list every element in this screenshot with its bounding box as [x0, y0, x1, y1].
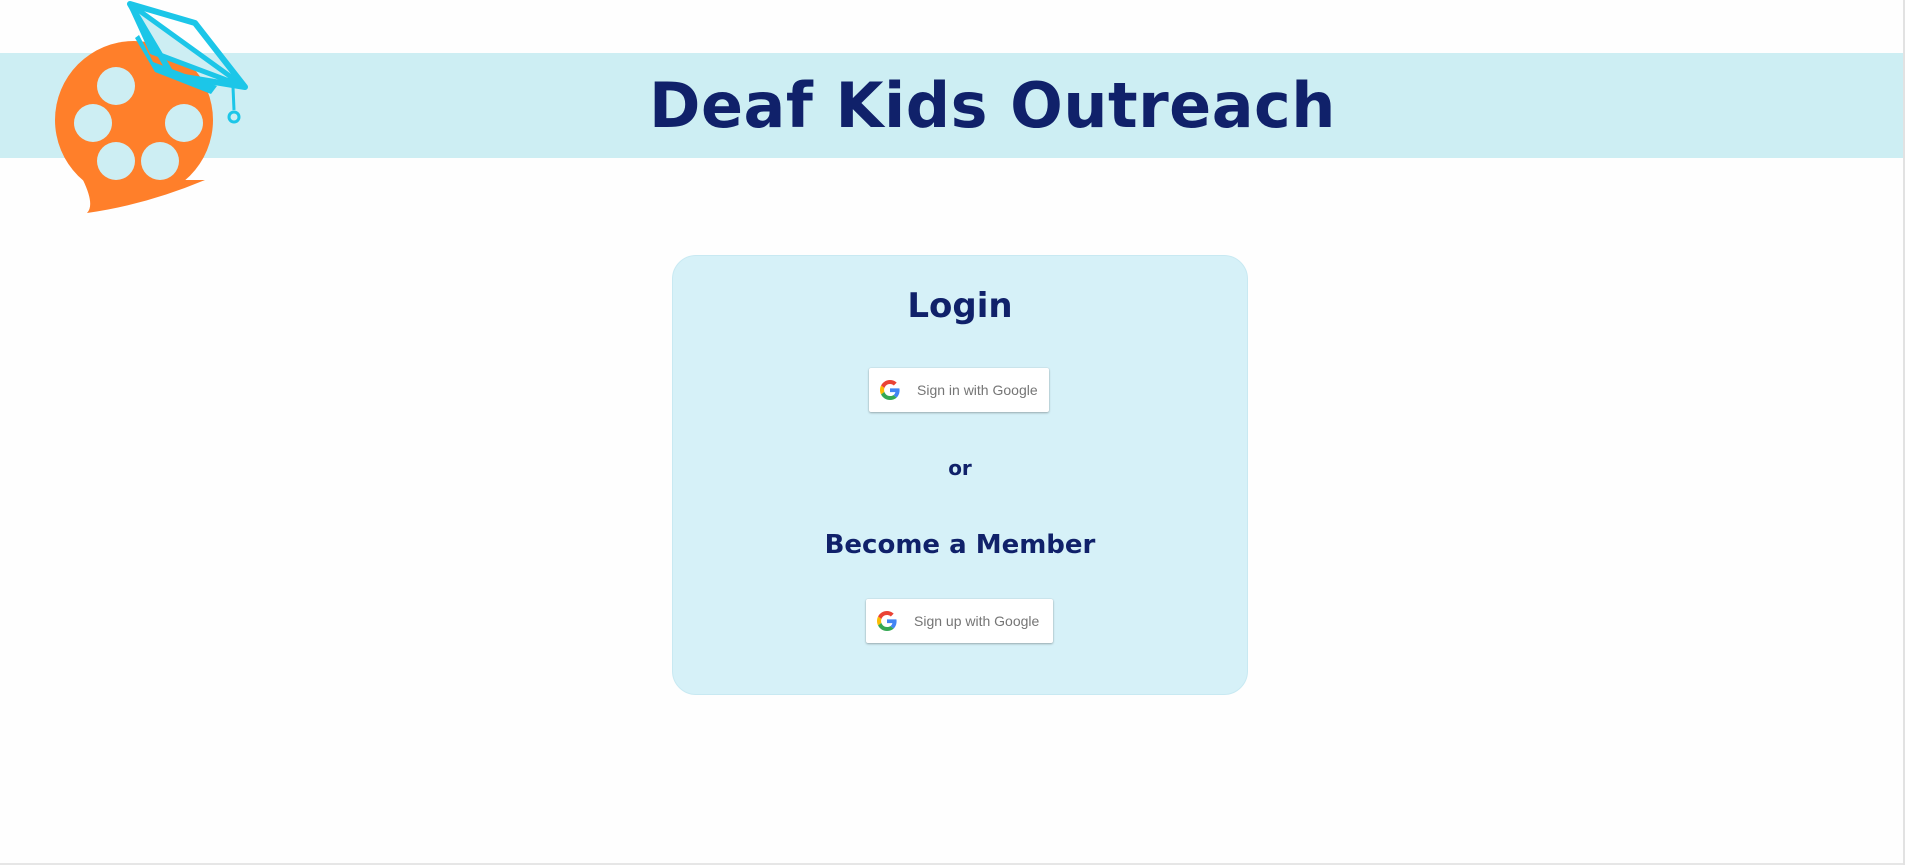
site-logo[interactable]	[55, 0, 255, 215]
sign-in-with-google-button[interactable]: Sign in with Google	[869, 368, 1049, 412]
login-heading: Login	[907, 286, 1013, 326]
speech-bubble-graduation-cap-logo	[55, 1, 248, 213]
google-g-icon	[877, 611, 897, 631]
auth-card: Login Sign in with Google or Become a Me…	[672, 255, 1248, 695]
sign-up-label: Sign up with Google	[914, 613, 1040, 629]
or-separator: or	[948, 456, 972, 480]
site-title: Deaf Kids Outreach	[649, 69, 1336, 142]
become-member-heading: Become a Member	[824, 530, 1096, 560]
page: Deaf Kids Outreach Login Sign in with Go…	[0, 0, 1905, 865]
google-g-icon	[880, 380, 900, 400]
sign-up-with-google-button[interactable]: Sign up with Google	[866, 599, 1053, 643]
sign-in-label: Sign in with Google	[917, 382, 1038, 398]
